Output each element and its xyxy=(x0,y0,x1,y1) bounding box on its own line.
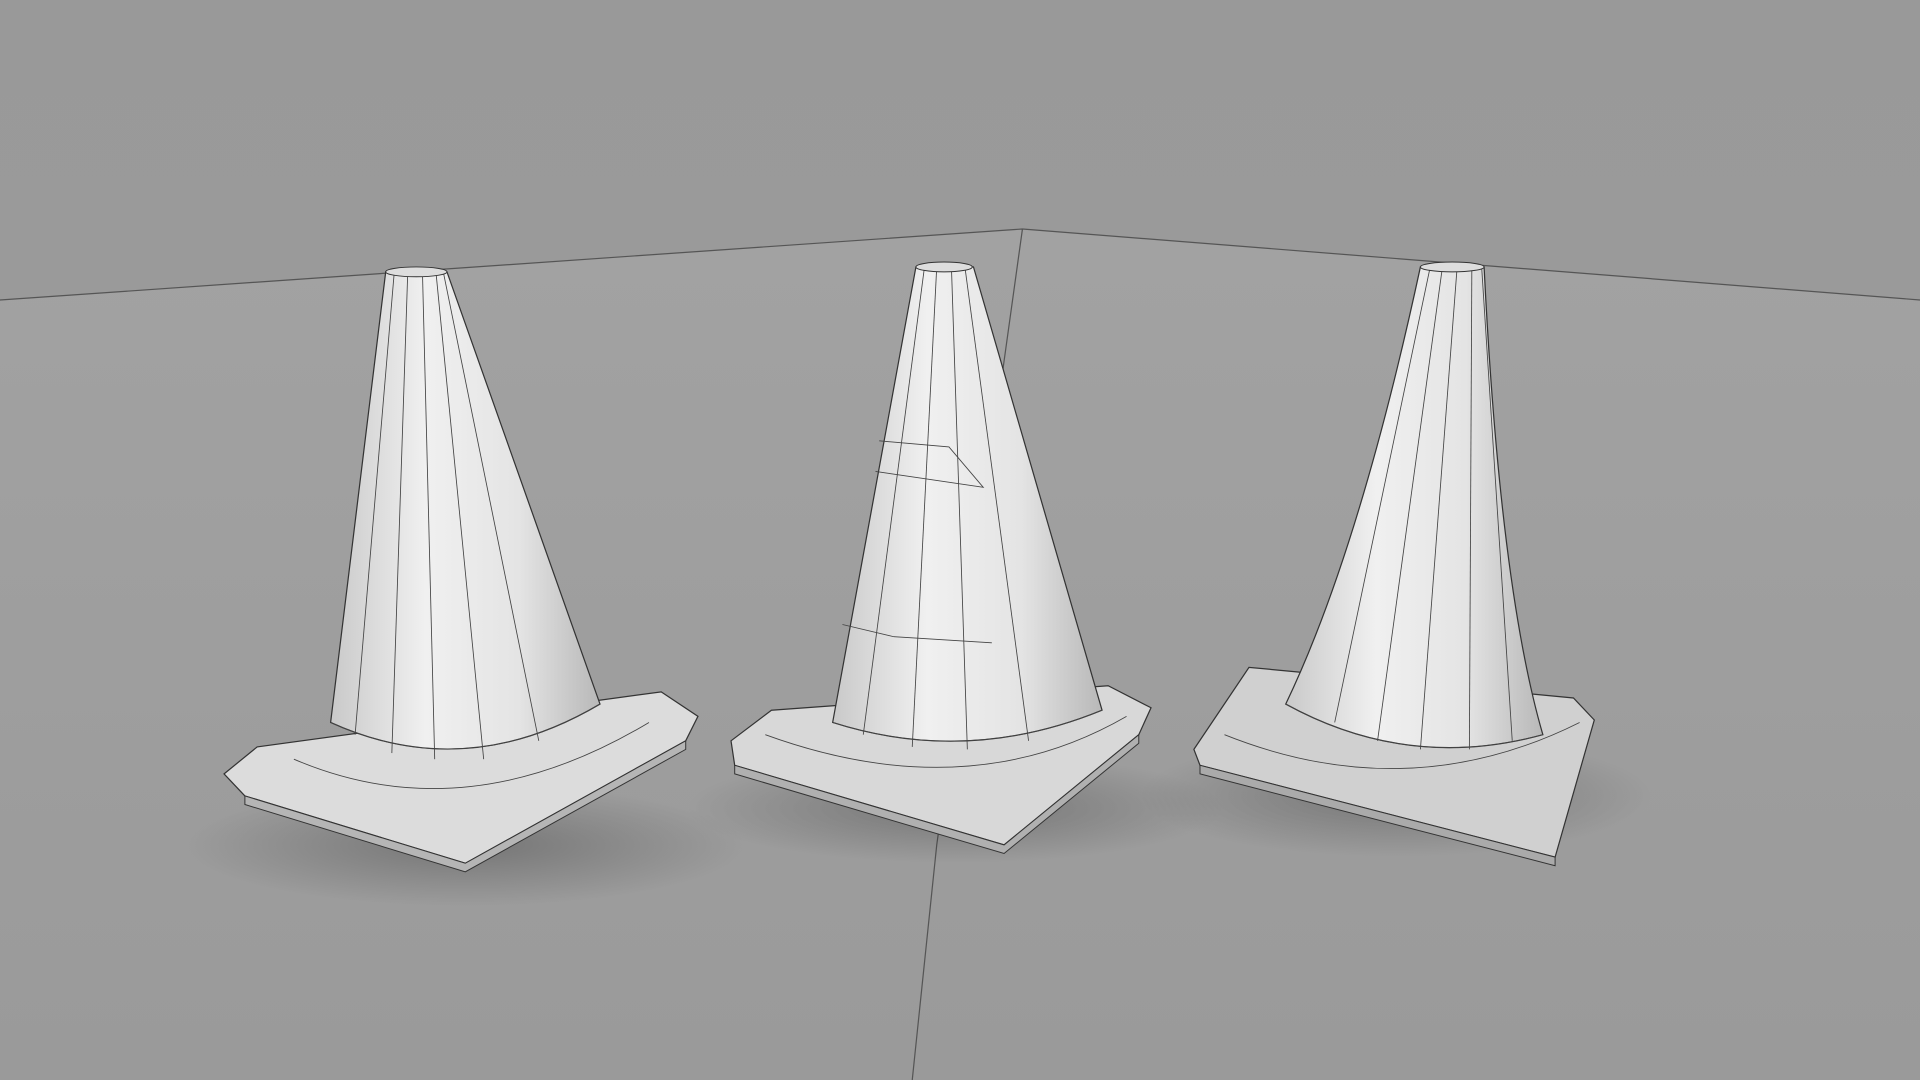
render-viewport xyxy=(0,0,1920,1080)
